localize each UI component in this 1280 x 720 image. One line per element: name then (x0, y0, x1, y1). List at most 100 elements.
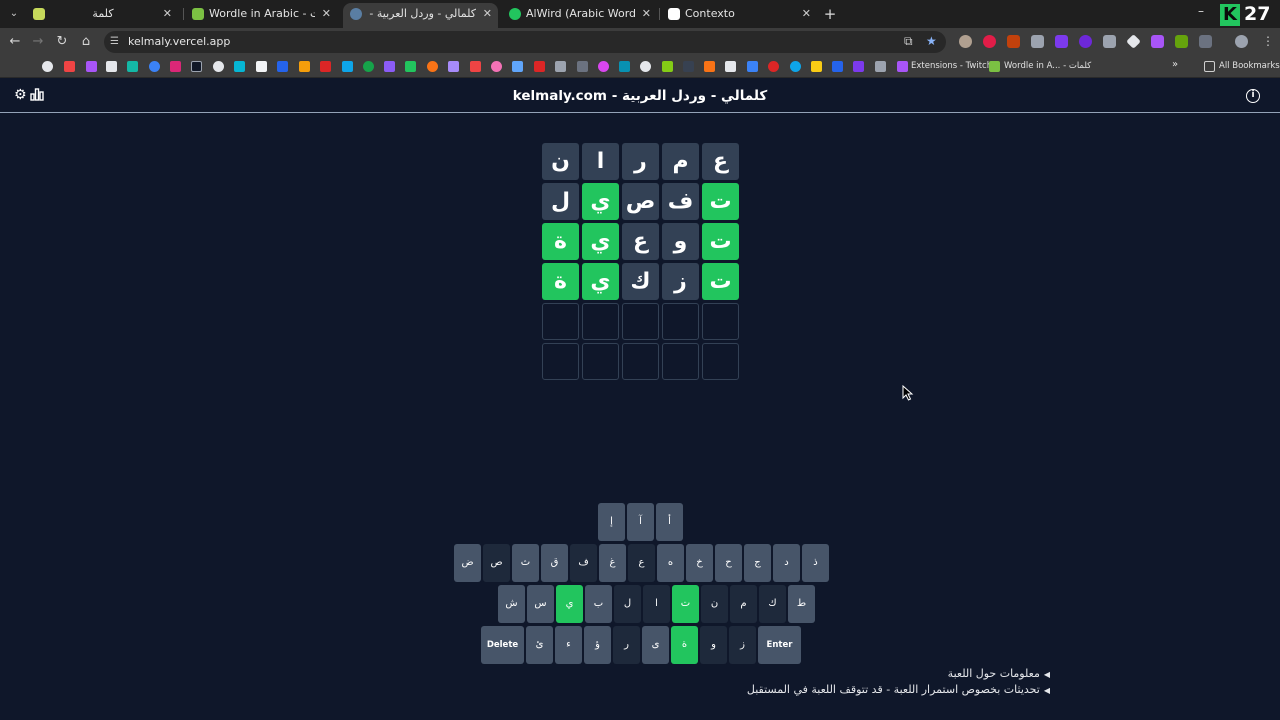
letter-key[interactable]: آ (627, 503, 654, 541)
bookmark-icon[interactable] (640, 61, 651, 72)
bookmark-icon[interactable] (725, 61, 736, 72)
bookmark-icon[interactable] (234, 61, 245, 72)
twitch-icon[interactable] (897, 61, 908, 72)
bookmark-icon[interactable] (619, 61, 630, 72)
bookmark-icon[interactable] (790, 61, 801, 72)
letter-key[interactable]: ء (555, 626, 582, 664)
tab-wordle-in-arabic[interactable]: Wordle in Arabic - كلمات ✕ (185, 3, 337, 28)
shield-icon[interactable] (1031, 35, 1044, 48)
install-app-icon[interactable]: ⧉ (904, 34, 913, 49)
letter-key[interactable]: ص (483, 544, 510, 582)
letter-key[interactable]: ؤ (584, 626, 611, 664)
tab-kalima[interactable]: كلمة ✕ (26, 3, 178, 28)
kalimat-favicon-icon[interactable] (989, 61, 1000, 72)
bookmark-icon[interactable] (320, 61, 331, 72)
updates-link[interactable]: ◀تحديثات بخصوص استمرار اللعبة - قد تتوقف… (700, 682, 1050, 698)
close-icon[interactable]: ✕ (642, 3, 651, 24)
bookmark-icon[interactable] (768, 61, 779, 72)
bookmark-star-icon[interactable]: ★ (926, 34, 937, 48)
menu-icon[interactable]: ⋮ (1262, 34, 1274, 48)
home-icon[interactable]: ⌂ (78, 34, 94, 50)
extension-icon[interactable] (1079, 35, 1092, 48)
letter-key[interactable]: ش (498, 585, 525, 623)
tab-alwird[interactable]: AlWird (Arabic Wordle) - الورد ✕ (502, 3, 657, 28)
youtube-icon[interactable] (64, 61, 75, 72)
letter-key[interactable]: أ (656, 503, 683, 541)
letter-key[interactable]: خ (686, 544, 713, 582)
close-icon[interactable]: ✕ (483, 3, 492, 24)
bookmark-icon[interactable] (106, 61, 117, 72)
letter-key[interactable]: ق (541, 544, 568, 582)
profile-avatar[interactable] (1235, 35, 1248, 48)
bookmark-icon[interactable] (598, 61, 609, 72)
letter-key[interactable]: ج (744, 544, 771, 582)
letter-key[interactable]: ى (642, 626, 669, 664)
letter-key[interactable]: و (700, 626, 727, 664)
bookmark-icon[interactable] (149, 61, 160, 72)
bookmark-icon[interactable] (555, 61, 566, 72)
letter-key[interactable]: ث (512, 544, 539, 582)
bookmark-icon[interactable] (875, 61, 886, 72)
bookmark-icon[interactable] (683, 61, 694, 72)
bookmark-wordle-label[interactable]: Wordle in A... - كلمات (1004, 61, 1091, 71)
bookmark-icon[interactable] (577, 61, 588, 72)
bookmark-icon[interactable] (363, 61, 374, 72)
folder-icon[interactable] (1204, 61, 1215, 72)
letter-key[interactable]: ط (788, 585, 815, 623)
letter-key[interactable]: ن (701, 585, 728, 623)
letter-key[interactable]: ك (759, 585, 786, 623)
minimize-icon[interactable]: – (1198, 4, 1204, 18)
bookmark-icon[interactable] (747, 61, 758, 72)
letter-key[interactable]: إ (598, 503, 625, 541)
bookmark-icon[interactable] (534, 61, 545, 72)
letter-key[interactable]: ر (613, 626, 640, 664)
bookmark-icon[interactable] (213, 61, 224, 72)
reload-icon[interactable]: ↻ (54, 34, 70, 50)
extension-icon[interactable] (1007, 35, 1020, 48)
enter-key[interactable]: Enter (758, 626, 801, 664)
bookmark-icon[interactable] (342, 61, 353, 72)
forward-icon[interactable]: → (30, 34, 46, 50)
bookmark-icon[interactable] (191, 61, 202, 72)
close-icon[interactable]: ✕ (802, 3, 811, 24)
bookmark-icon[interactable] (170, 61, 181, 72)
bookmark-icon[interactable] (470, 61, 481, 72)
letter-key[interactable]: ز (729, 626, 756, 664)
bookmark-icon[interactable] (662, 61, 673, 72)
extension-icon[interactable] (983, 35, 996, 48)
google-icon[interactable] (42, 61, 53, 72)
bookmark-icon[interactable] (491, 61, 502, 72)
extension-icon[interactable] (1055, 35, 1068, 48)
letter-key[interactable]: س (527, 585, 554, 623)
tab-contexto[interactable]: Contexto ✕ (661, 3, 817, 28)
close-icon[interactable]: ✕ (163, 3, 172, 24)
bookmark-icon[interactable] (832, 61, 843, 72)
twitch-icon[interactable] (86, 61, 97, 72)
letter-key[interactable]: ح (715, 544, 742, 582)
bookmark-icon[interactable] (405, 61, 416, 72)
wikipedia-icon[interactable] (256, 61, 267, 72)
bookmark-icon[interactable] (704, 61, 715, 72)
site-info-icon[interactable]: ☰ (110, 36, 122, 48)
letter-key[interactable]: غ (599, 544, 626, 582)
letter-key[interactable]: ي (556, 585, 583, 623)
letter-key[interactable]: ئ (526, 626, 553, 664)
back-icon[interactable]: ← (7, 34, 23, 50)
chevron-right-icon[interactable]: » (1172, 59, 1178, 70)
bookmark-icon[interactable] (299, 61, 310, 72)
all-bookmarks-label[interactable]: All Bookmarks (1219, 61, 1280, 71)
twitch-icon[interactable] (1151, 35, 1164, 48)
about-game-link[interactable]: ◀معلومات حول اللعبة (700, 666, 1050, 682)
letter-key[interactable]: ذ (802, 544, 829, 582)
letter-key[interactable]: ة (671, 626, 698, 664)
letter-key[interactable]: ع (628, 544, 655, 582)
bookmark-icon[interactable] (384, 61, 395, 72)
tab-search-icon[interactable]: ⌄ (6, 7, 22, 21)
bookmark-twitch-label[interactable]: Extensions - Twitch (911, 61, 992, 71)
extension-icon[interactable] (959, 35, 972, 48)
url-text[interactable]: kelmaly.vercel.app (128, 35, 230, 48)
letter-key[interactable]: ل (614, 585, 641, 623)
letter-key[interactable]: ب (585, 585, 612, 623)
mute-icon[interactable] (1103, 35, 1116, 48)
bookmark-icon[interactable] (448, 61, 459, 72)
